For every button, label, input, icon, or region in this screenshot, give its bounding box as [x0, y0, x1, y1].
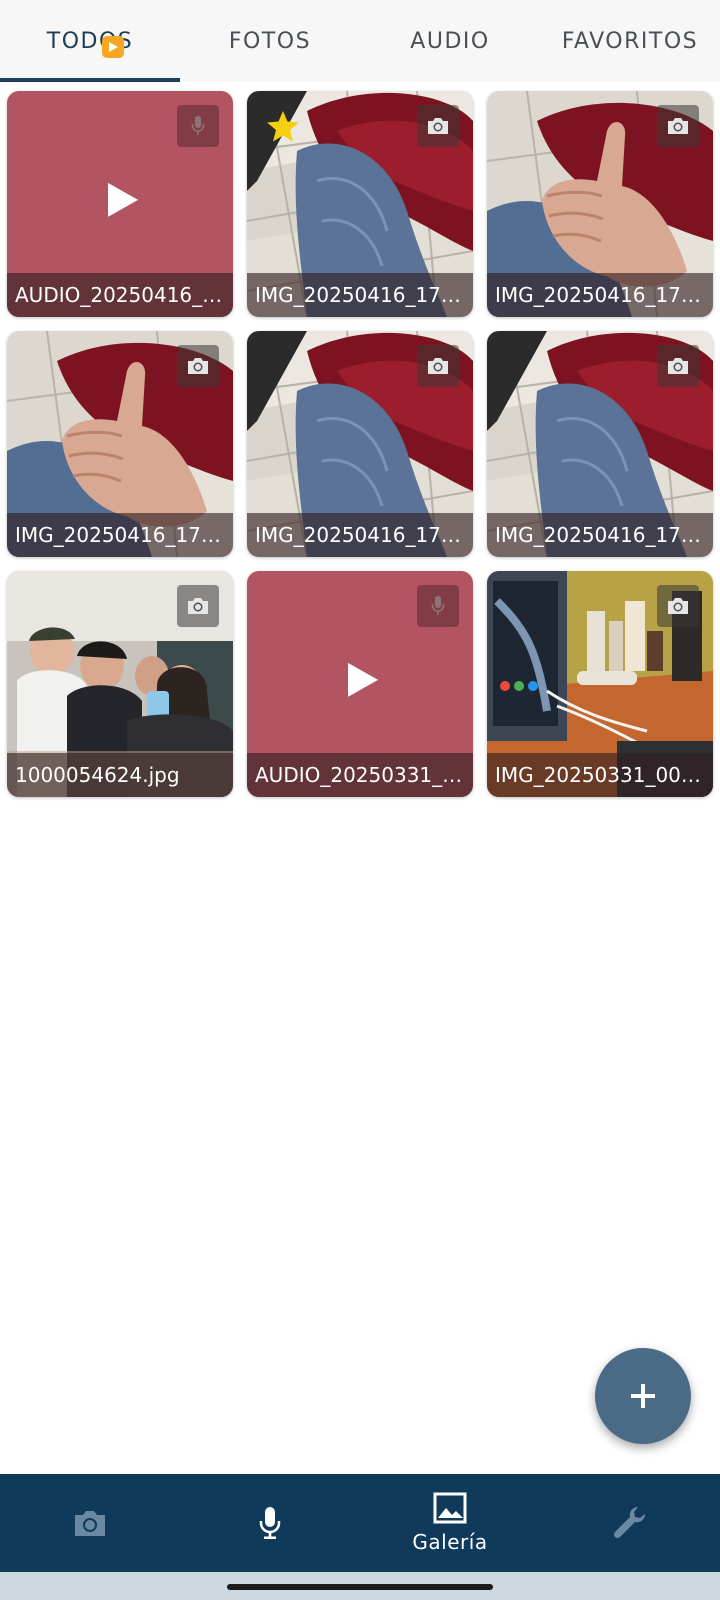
item-filename: IMG_20250416_172… [247, 273, 473, 317]
camera-icon [668, 118, 688, 134]
item-filename-text: IMG_20250416_171… [495, 523, 705, 547]
audio-item[interactable]: AUDIO_20250331_… [247, 571, 473, 797]
item-filename: IMG_20250331_00… [487, 753, 713, 797]
camera-icon [188, 358, 208, 374]
tab-audio[interactable]: AUDIO [360, 0, 540, 82]
photo-type-badge [657, 105, 699, 147]
photo-type-badge [417, 105, 459, 147]
item-filename-text: IMG_20250416_172… [495, 283, 705, 307]
photo-item[interactable]: 1000054624.jpg [7, 571, 233, 797]
item-filename: AUDIO_20250416_… [7, 273, 233, 317]
item-filename: IMG_20250416_171… [247, 513, 473, 557]
mic-icon [259, 1507, 281, 1539]
photo-type-badge [657, 345, 699, 387]
photo-item[interactable]: IMG_20250331_00… [487, 571, 713, 797]
system-navigation-area [0, 1572, 720, 1600]
plus-icon [631, 1384, 655, 1408]
item-filename-text: AUDIO_20250331_… [255, 763, 463, 787]
top-tab-bar: TODOS FOTOS AUDIO FAVORITOS [0, 0, 720, 82]
photo-item[interactable]: IMG_20250416_172… [487, 91, 713, 317]
item-filename: IMG_20250416_172… [7, 513, 233, 557]
camera-icon [428, 358, 448, 374]
item-filename-text: IMG_20250331_00… [495, 763, 701, 787]
tab-fotos[interactable]: FOTOS [180, 0, 360, 82]
play-icon[interactable] [108, 182, 138, 217]
item-filename: AUDIO_20250331_… [247, 753, 473, 797]
photo-item[interactable]: IMG_20250416_172… [247, 91, 473, 317]
item-filename-text: 1000054624.jpg [15, 763, 180, 787]
nav-gallery[interactable]: Galería [360, 1474, 540, 1572]
camera-icon [75, 1511, 105, 1536]
item-filename: 1000054624.jpg [7, 753, 233, 797]
photo-type-badge [177, 585, 219, 627]
audio-type-badge [177, 105, 219, 147]
active-tab-indicator [0, 78, 180, 82]
bottom-navigation: Galería [0, 1474, 720, 1572]
mic-icon [191, 116, 205, 135]
photo-type-badge [657, 585, 699, 627]
photo-type-badge [177, 345, 219, 387]
camera-icon [668, 358, 688, 374]
photo-item[interactable]: IMG_20250416_171… [487, 331, 713, 557]
image-icon [433, 1492, 467, 1524]
photo-item[interactable]: IMG_20250416_171… [247, 331, 473, 557]
camera-icon [668, 598, 688, 614]
nav-camera[interactable] [0, 1474, 180, 1572]
photo-item[interactable]: IMG_20250416_172… [7, 331, 233, 557]
item-filename: IMG_20250416_171… [487, 513, 713, 557]
tab-favoritos[interactable]: FAVORITOS [540, 0, 720, 82]
item-filename-text: IMG_20250416_172… [255, 283, 465, 307]
audio-type-badge [417, 585, 459, 627]
item-filename: IMG_20250416_172… [487, 273, 713, 317]
mic-icon [431, 596, 445, 615]
app-notification-icon [102, 36, 124, 58]
wrench-icon [613, 1506, 646, 1539]
favorite-star-icon[interactable] [265, 109, 301, 145]
add-button[interactable] [595, 1348, 691, 1444]
item-filename-text: IMG_20250416_172… [15, 523, 225, 547]
nav-settings[interactable] [540, 1474, 720, 1572]
item-filename-text: AUDIO_20250416_… [15, 283, 223, 307]
photo-type-badge [417, 345, 459, 387]
audio-item[interactable]: AUDIO_20250416_… [7, 91, 233, 317]
camera-icon [428, 118, 448, 134]
gesture-handle[interactable] [227, 1584, 493, 1590]
nav-microphone[interactable] [180, 1474, 360, 1572]
play-icon[interactable] [348, 662, 378, 697]
camera-icon [188, 598, 208, 614]
gallery-grid: AUDIO_20250416_… IMG_20250416_172… IMG_2… [7, 91, 713, 797]
tab-todos[interactable]: TODOS [0, 0, 180, 82]
item-filename-text: IMG_20250416_171… [255, 523, 465, 547]
nav-gallery-label: Galería [412, 1530, 488, 1554]
